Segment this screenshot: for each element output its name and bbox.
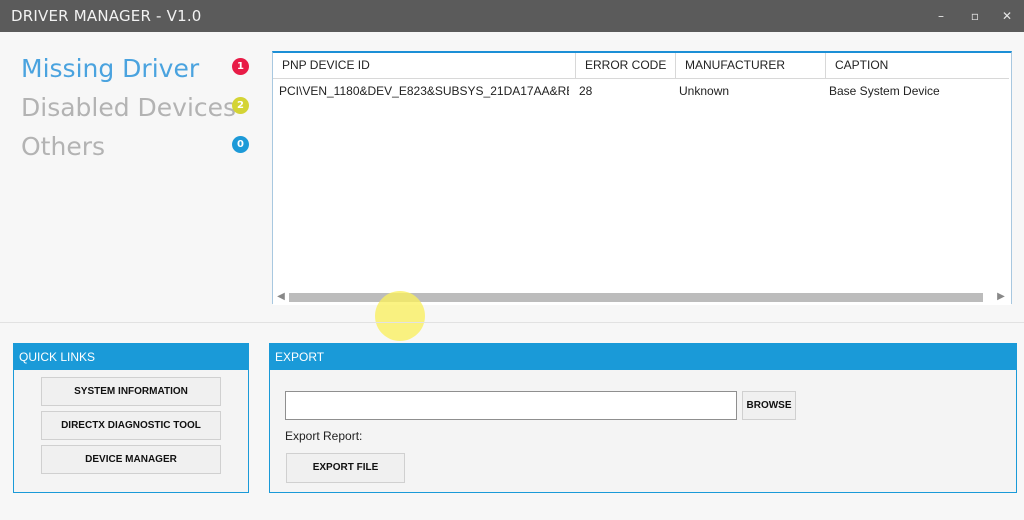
device-manager-button[interactable]: DEVICE MANAGER: [41, 445, 221, 474]
cell-manufacturer: Unknown: [679, 84, 730, 98]
cell-caption: Base System Device: [829, 84, 940, 98]
category-missing-driver[interactable]: Missing Driver: [21, 54, 199, 83]
export-panel: EXPORT BROWSE Export Report: EXPORT FILE: [269, 343, 1017, 493]
column-header-manufacturer[interactable]: MANUFACTURER: [676, 53, 826, 78]
disabled-devices-count-badge: 2: [232, 97, 249, 114]
system-information-button[interactable]: SYSTEM INFORMATION: [41, 377, 221, 406]
table-row[interactable]: PCI\VEN_1180&DEV_E823&SUBSYS_21DA17AA&RE…: [273, 80, 1009, 102]
export-header: EXPORT: [270, 344, 1016, 370]
category-disabled-devices[interactable]: Disabled Devices: [21, 93, 236, 122]
column-header-error-code[interactable]: ERROR CODE: [576, 53, 676, 78]
cell-error-code: 28: [579, 84, 593, 98]
window-title: DRIVER MANAGER - V1.0: [11, 7, 202, 25]
maximize-icon[interactable]: ▫: [964, 6, 986, 26]
device-grid: PNP DEVICE ID ERROR CODE MANUFACTURER CA…: [272, 51, 1012, 305]
section-divider: [0, 322, 1024, 323]
title-bar: DRIVER MANAGER - V1.0 – ▫ ✕: [0, 0, 1024, 32]
category-others[interactable]: Others: [21, 132, 105, 161]
close-icon[interactable]: ✕: [996, 6, 1018, 26]
browse-button[interactable]: BROWSE: [742, 391, 796, 420]
others-count-badge: 0: [232, 136, 249, 153]
grid-header: PNP DEVICE ID ERROR CODE MANUFACTURER CA…: [273, 53, 1009, 79]
cursor-highlight: [375, 291, 425, 341]
column-header-caption[interactable]: CAPTION: [826, 53, 1009, 78]
main-content: Missing Driver 1 Disabled Devices 2 Othe…: [0, 32, 1024, 520]
quick-links-panel: QUICK LINKS SYSTEM INFORMATION DIRECTX D…: [13, 343, 249, 493]
quick-links-header: QUICK LINKS: [14, 344, 248, 370]
column-header-pnp-device-id[interactable]: PNP DEVICE ID: [273, 53, 576, 78]
export-file-button[interactable]: EXPORT FILE: [286, 453, 405, 483]
minimize-icon[interactable]: –: [930, 6, 952, 26]
directx-diagnostic-tool-button[interactable]: DIRECTX DIAGNOSTIC TOOL: [41, 411, 221, 440]
export-path-input[interactable]: [285, 391, 737, 420]
scroll-right-icon[interactable]: ▶: [993, 289, 1009, 305]
scroll-left-icon[interactable]: ◀: [273, 289, 289, 305]
missing-driver-count-badge: 1: [232, 58, 249, 75]
cell-pnp-device-id: PCI\VEN_1180&DEV_E823&SUBSYS_21DA17AA&RE…: [279, 84, 569, 98]
export-report-label: Export Report:: [285, 429, 363, 443]
